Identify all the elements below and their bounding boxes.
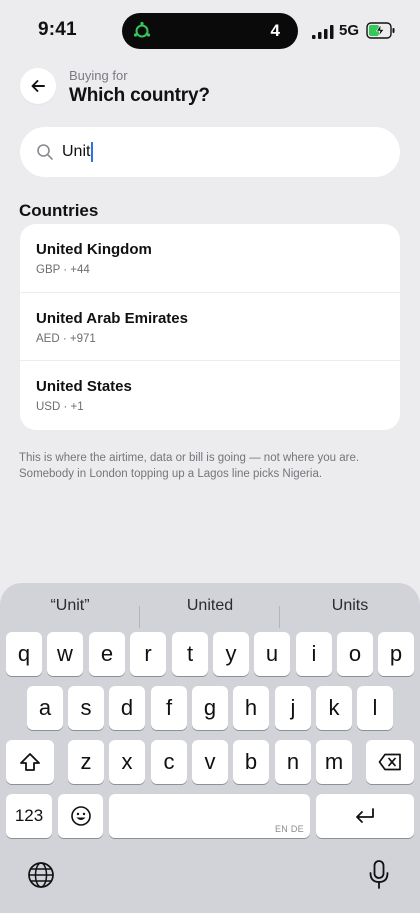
activity-count: 4 bbox=[270, 21, 280, 40]
page-title: Which country? bbox=[69, 85, 210, 106]
key-c[interactable]: c bbox=[151, 740, 187, 784]
suggestion-item[interactable]: United bbox=[140, 597, 280, 615]
key-w[interactable]: w bbox=[47, 632, 83, 676]
dynamic-island: 4 bbox=[122, 13, 298, 49]
key-b[interactable]: b bbox=[233, 740, 269, 784]
search-input[interactable]: Unit bbox=[20, 127, 400, 177]
country-name: United Arab Emirates bbox=[36, 309, 188, 327]
status-time: 9:41 bbox=[38, 19, 77, 40]
key-h[interactable]: h bbox=[233, 686, 269, 730]
suggestion-item[interactable]: “Unit” bbox=[0, 597, 140, 615]
status-bar: 9:41 4 5G bbox=[0, 0, 420, 62]
shift-key[interactable] bbox=[6, 740, 54, 784]
battery-icon bbox=[366, 22, 395, 39]
key-f[interactable]: f bbox=[151, 686, 187, 730]
key-k[interactable]: k bbox=[316, 686, 352, 730]
helper-text: This is where the airtime, data or bill … bbox=[19, 452, 360, 480]
list-item[interactable]: United Kingdom GBP · +44 bbox=[20, 224, 400, 293]
globe-icon[interactable] bbox=[27, 861, 55, 889]
key-z[interactable]: z bbox=[68, 740, 104, 784]
key-d[interactable]: d bbox=[109, 686, 145, 730]
key-q[interactable]: q bbox=[6, 632, 42, 676]
key-a[interactable]: a bbox=[27, 686, 63, 730]
header-eyebrow: Buying for bbox=[69, 68, 128, 83]
emoji-icon bbox=[70, 806, 91, 826]
key-p[interactable]: p bbox=[378, 632, 414, 676]
country-meta: GBP · +44 bbox=[36, 264, 90, 276]
space-key[interactable]: EN DE bbox=[109, 794, 310, 838]
key-x[interactable]: x bbox=[109, 740, 145, 784]
country-name: United States bbox=[36, 378, 132, 396]
suggestion-bar: “Unit” United Units bbox=[0, 593, 420, 628]
key-i[interactable]: i bbox=[296, 632, 332, 676]
key-e[interactable]: e bbox=[89, 632, 125, 676]
arrow-left-icon bbox=[31, 80, 45, 92]
key-t[interactable]: t bbox=[172, 632, 208, 676]
key-l[interactable]: l bbox=[357, 686, 393, 730]
shift-icon bbox=[20, 753, 40, 771]
search-value: Unit bbox=[62, 143, 91, 160]
key-v[interactable]: v bbox=[192, 740, 228, 784]
signal-icon bbox=[312, 25, 334, 39]
country-name: United Kingdom bbox=[36, 241, 152, 258]
list-item[interactable]: United States USD · +1 bbox=[20, 361, 400, 430]
key-g[interactable]: g bbox=[192, 686, 228, 730]
section-title: Countries bbox=[19, 201, 99, 220]
keyboard: “Unit” United Units q w e r t y u i o p … bbox=[0, 583, 420, 913]
key-y[interactable]: y bbox=[213, 632, 249, 676]
list-item[interactable]: United Arab Emirates AED · +971 bbox=[20, 293, 400, 362]
return-icon bbox=[356, 808, 374, 823]
key-o[interactable]: o bbox=[337, 632, 373, 676]
search-icon bbox=[37, 144, 53, 160]
network-label: 5G bbox=[339, 22, 360, 39]
emoji-key[interactable] bbox=[58, 794, 103, 838]
key-j[interactable]: j bbox=[275, 686, 311, 730]
country-meta: USD · +1 bbox=[36, 401, 84, 414]
key-u[interactable]: u bbox=[254, 632, 290, 676]
key-m[interactable]: m bbox=[316, 740, 352, 784]
activity-icon bbox=[133, 21, 151, 38]
delete-key[interactable] bbox=[366, 740, 414, 784]
microphone-icon[interactable] bbox=[367, 859, 391, 891]
back-button[interactable] bbox=[20, 68, 56, 104]
numbers-key[interactable]: 123 bbox=[6, 794, 52, 838]
space-language-label: EN DE bbox=[274, 824, 304, 834]
key-s[interactable]: s bbox=[68, 686, 104, 730]
country-list: United Kingdom GBP · +44 United Arab Emi… bbox=[20, 224, 400, 430]
return-key[interactable] bbox=[316, 794, 414, 838]
country-meta: AED · +971 bbox=[36, 332, 96, 345]
suggestion-item[interactable]: Units bbox=[280, 597, 420, 615]
key-n[interactable]: n bbox=[275, 740, 311, 784]
text-caret bbox=[91, 142, 94, 162]
backspace-icon bbox=[378, 753, 401, 771]
key-r[interactable]: r bbox=[130, 632, 166, 676]
